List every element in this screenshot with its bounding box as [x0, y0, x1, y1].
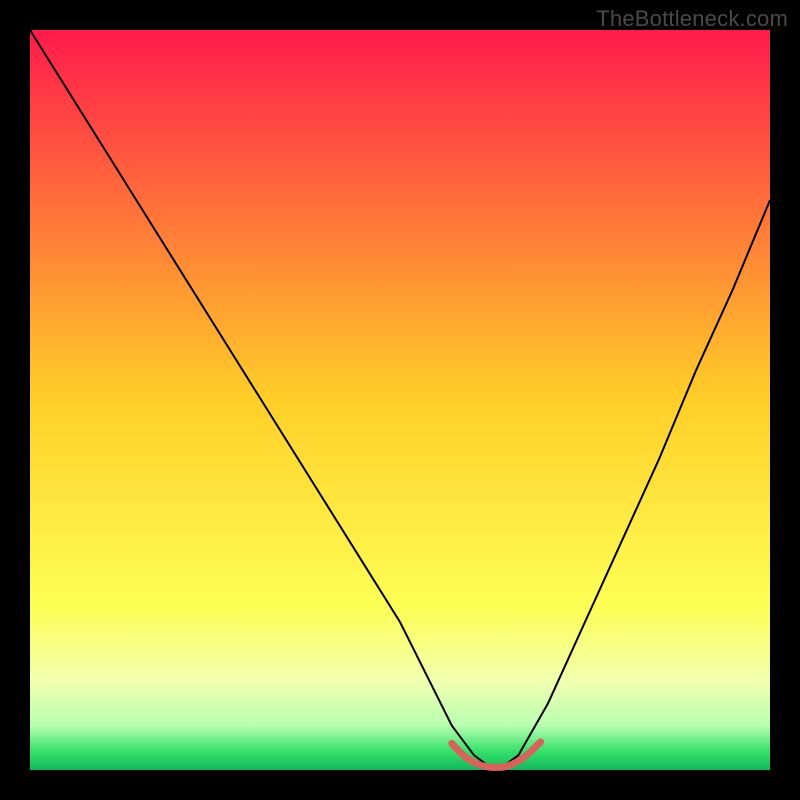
bottleneck-chart [0, 0, 800, 800]
watermark-text: TheBottleneck.com [596, 6, 788, 32]
plot-background [30, 30, 770, 770]
chart-container: TheBottleneck.com [0, 0, 800, 800]
